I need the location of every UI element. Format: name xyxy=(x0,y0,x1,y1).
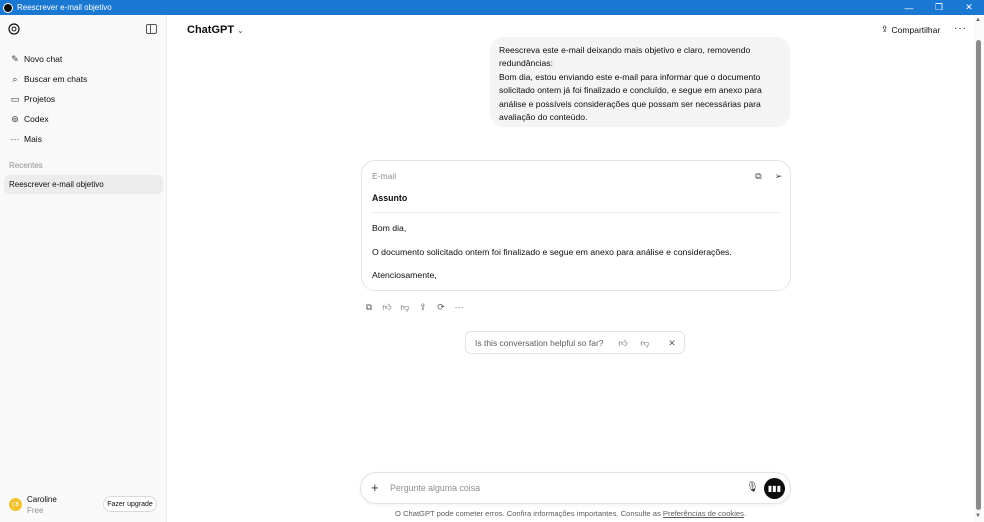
user-plan: Free xyxy=(27,506,44,515)
sidebar-toggle-icon[interactable] xyxy=(146,24,157,34)
copy-icon[interactable]: ⧉ xyxy=(753,171,764,182)
scroll-down-icon[interactable]: ▼ xyxy=(975,513,981,519)
regenerate-icon[interactable]: ⟳ xyxy=(432,301,450,313)
cookie-preferences-link[interactable]: Preferências de cookies xyxy=(663,509,744,518)
search-icon: ⌕ xyxy=(12,73,18,84)
scrollbar-thumb[interactable] xyxy=(976,40,981,510)
model-selector[interactable]: ChatGPT ⌄ xyxy=(187,24,244,36)
disclaimer: O ChatGPT pode cometer erros. Confira in… xyxy=(395,509,746,518)
thumbs-up-icon[interactable]: 👍︎ xyxy=(617,337,629,349)
scroll-up-icon[interactable]: ▲ xyxy=(975,17,981,23)
window-controls: — ❐ ✕ xyxy=(894,0,984,15)
disclaimer-end: . xyxy=(743,509,747,518)
more-icon: ··· xyxy=(10,134,20,144)
share-icon[interactable]: ⇪ xyxy=(414,301,432,313)
more-icon[interactable]: ··· xyxy=(450,301,468,313)
more-options-icon[interactable]: ··· xyxy=(954,23,967,34)
sidebar-item-mais[interactable]: ··· Mais xyxy=(4,130,163,148)
sidebar-item-label: Projetos xyxy=(24,94,56,104)
close-icon[interactable]: ✕ xyxy=(666,337,678,349)
microphone-icon[interactable]: 🎙︎ xyxy=(746,482,759,493)
sidebar-item-codex[interactable]: ⊚ Codex xyxy=(4,110,163,128)
disclaimer-text: O ChatGPT pode cometer erros. Confira in… xyxy=(395,509,663,518)
thumbs-down-icon[interactable]: 👎︎ xyxy=(639,337,651,349)
app-logo-icon xyxy=(3,2,13,13)
thumbs-up-icon[interactable]: 👍︎ xyxy=(378,301,396,313)
sidebar-item-label: Mais xyxy=(24,134,42,144)
email-closing: Atenciosamente, xyxy=(372,270,437,280)
voice-mode-icon[interactable]: ▮▮▮ xyxy=(764,478,785,499)
email-card-label: E-mail xyxy=(372,171,397,181)
email-card: E-mail ⧉ ➢ Assunto Bom dia, O documento … xyxy=(361,160,791,291)
upgrade-button[interactable]: Fazer upgrade xyxy=(103,496,157,512)
divider xyxy=(372,212,780,213)
share-label: Compartilhar xyxy=(891,24,941,35)
model-name: ChatGPT xyxy=(187,24,235,36)
copy-icon[interactable]: ⧉ xyxy=(360,301,378,313)
window-title: Reescrever e-mail objetivo xyxy=(17,3,112,12)
user-message-bubble: Reescreva este e-mail deixando mais obje… xyxy=(490,37,790,127)
main-area: ChatGPT ⌄ ⇪ Compartilhar ··· Reescreva e… xyxy=(167,15,973,522)
sidebar-item-label: Novo chat xyxy=(24,54,63,64)
user-profile[interactable]: CB Caroline Free Fazer upgrade xyxy=(0,491,167,519)
user-name: Caroline xyxy=(27,495,57,504)
sidebar: ✎ Novo chat ⌕ Buscar em chats ▭ Projetos… xyxy=(0,15,167,522)
folder-icon: ▭ xyxy=(10,93,20,104)
feedback-prompt: Is this conversation helpful so far? 👍︎ … xyxy=(465,331,685,354)
email-body: O documento solicitado ontem foi finaliz… xyxy=(372,247,732,257)
recent-section-label: Recentes xyxy=(9,161,43,170)
minimize-button[interactable]: — xyxy=(894,0,924,15)
restore-button[interactable]: ❐ xyxy=(924,0,954,15)
chatgpt-logo-icon[interactable] xyxy=(8,23,20,35)
avatar: CB xyxy=(9,498,22,511)
codex-icon: ⊚ xyxy=(11,113,19,124)
chevron-down-icon: ⌄ xyxy=(237,25,244,35)
close-window-button[interactable]: ✕ xyxy=(954,0,984,15)
message-composer[interactable]: + Pergunte alguma coisa 🎙︎ ▮▮▮ xyxy=(360,472,791,504)
sidebar-item-novo-chat[interactable]: ✎ Novo chat xyxy=(4,50,163,68)
sidebar-header xyxy=(0,15,167,43)
sidebar-item-buscar[interactable]: ⌕ Buscar em chats xyxy=(4,70,163,88)
share-button[interactable]: ⇪ Compartilhar xyxy=(881,24,940,35)
email-subject: Assunto xyxy=(372,193,408,203)
response-actions: ⧉ 👍︎ 👎︎ ⇪ ⟳ ··· xyxy=(360,301,468,313)
thumbs-down-icon[interactable]: 👎︎ xyxy=(396,301,414,313)
sidebar-item-label: Codex xyxy=(24,114,49,124)
user-message-text: Reescreva este e-mail deixando mais obje… xyxy=(499,45,762,123)
feedback-question: Is this conversation helpful so far? xyxy=(475,337,604,348)
window-titlebar: Reescrever e-mail objetivo — ❐ ✕ xyxy=(0,0,984,15)
recent-chat-item[interactable]: Reescrever e-mail objetivo xyxy=(4,175,163,194)
sidebar-item-label: Buscar em chats xyxy=(24,74,88,84)
composer-placeholder[interactable]: Pergunte alguma coisa xyxy=(390,483,480,493)
edit-icon: ✎ xyxy=(11,53,19,64)
send-icon[interactable]: ➢ xyxy=(773,171,784,182)
sidebar-item-projetos[interactable]: ▭ Projetos xyxy=(4,90,163,108)
scrollbar[interactable]: ▲ ▼ xyxy=(973,15,984,522)
email-greeting: Bom dia, xyxy=(372,223,407,233)
share-icon: ⇪ xyxy=(881,24,889,34)
add-attachment-icon[interactable]: + xyxy=(371,481,379,495)
